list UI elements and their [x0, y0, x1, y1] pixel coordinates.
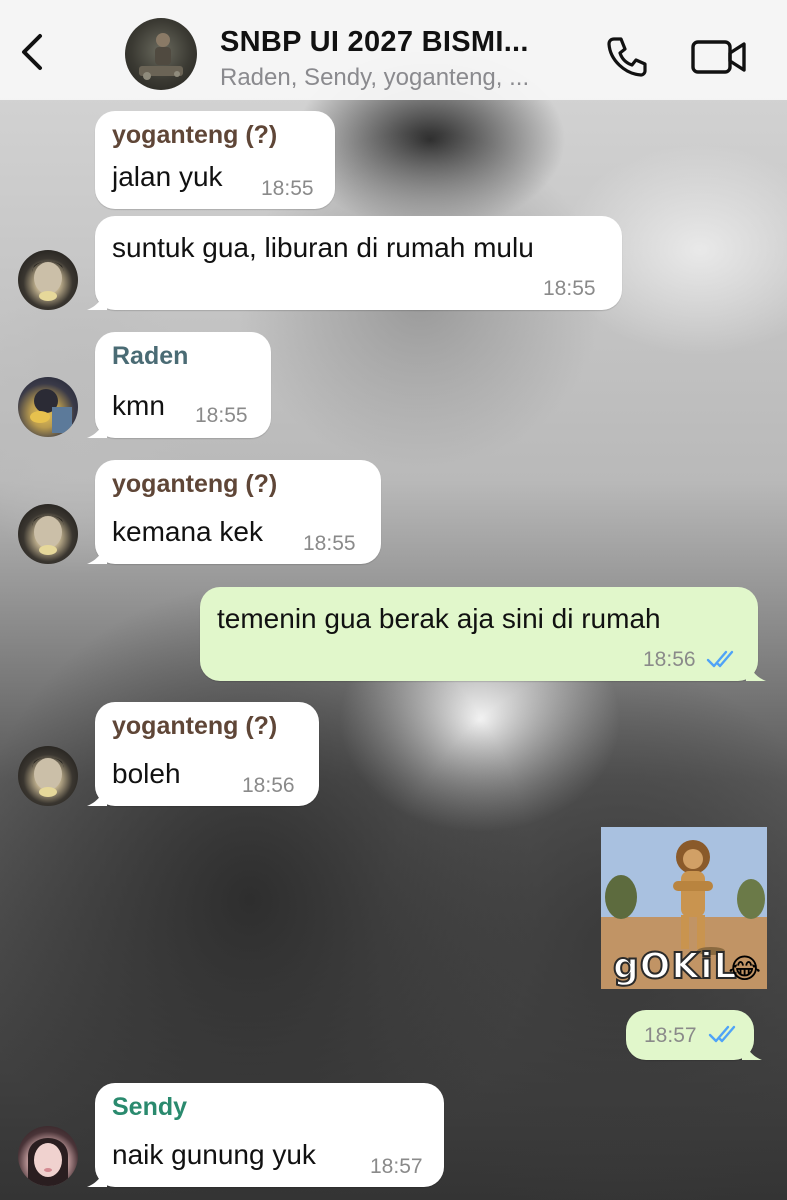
- bubble-tail: [742, 1040, 762, 1060]
- message-time: 18:56: [643, 648, 696, 671]
- sticker-caption: gOKiL: [612, 945, 738, 988]
- bubble-tail: [87, 1167, 107, 1187]
- message-time: 18:55: [543, 277, 596, 300]
- incoming-message[interactable]: suntuk gua, liburan di rumah mulu 18:55: [87, 216, 622, 310]
- bubble-tail: [87, 418, 107, 438]
- video-camera-icon: [691, 40, 746, 74]
- message-time: 18:55: [261, 177, 314, 200]
- group-photo-icon: [139, 33, 183, 80]
- message-text: jalan yuk: [112, 161, 223, 192]
- sender-name[interactable]: Raden: [112, 342, 188, 371]
- message-time: 18:57: [370, 1155, 423, 1178]
- outgoing-message[interactable]: 18:57: [626, 1010, 762, 1060]
- voice-call-button[interactable]: [604, 34, 650, 80]
- incoming-message[interactable]: Raden kmn 18:55: [87, 332, 271, 438]
- bubble-tail: [87, 544, 107, 564]
- sender-avatar[interactable]: [18, 377, 78, 437]
- chat-participants[interactable]: Raden, Sendy, yoganteng, ...: [220, 64, 590, 92]
- avatar-photo-icon: [32, 757, 64, 797]
- chevron-left-icon: [22, 34, 42, 70]
- bubble-tail: [87, 290, 107, 310]
- phone-icon: [607, 37, 647, 77]
- sender-avatar[interactable]: [18, 1126, 78, 1186]
- sender-name[interactable]: yoganteng (?): [112, 470, 277, 499]
- read-receipt-icon: [706, 650, 734, 668]
- sender-name[interactable]: yoganteng (?): [112, 121, 277, 150]
- group-avatar[interactable]: [125, 18, 197, 90]
- avatar-photo-icon: [28, 1138, 68, 1186]
- sender-name[interactable]: Sendy: [112, 1093, 187, 1122]
- message-time: 18:55: [303, 532, 356, 555]
- message-time: 18:55: [195, 404, 248, 427]
- sender-avatar[interactable]: [18, 504, 78, 564]
- sender-name[interactable]: yoganteng (?): [112, 712, 277, 741]
- chat-title[interactable]: SNBP UI 2027 BISMI...: [220, 26, 590, 59]
- sender-avatar[interactable]: [18, 746, 78, 806]
- message-text: naik gunung yuk: [112, 1139, 316, 1170]
- message-time: 18:57: [644, 1024, 697, 1047]
- chat-header: SNBP UI 2027 BISMI... Raden, Sendy, yoga…: [0, 0, 787, 100]
- bubble-tail: [87, 786, 107, 806]
- message-time: 18:56: [242, 774, 295, 797]
- sender-avatar[interactable]: [18, 250, 78, 310]
- message-text: temenin gua berak aja sini di rumah: [217, 603, 661, 634]
- outgoing-message[interactable]: temenin gua berak aja sini di rumah 18:5…: [200, 587, 766, 681]
- message-text: kemana kek: [112, 516, 263, 547]
- video-call-button[interactable]: [690, 38, 748, 76]
- incoming-message[interactable]: yoganteng (?) boleh 18:56: [87, 702, 319, 806]
- laughing-emoji-icon: 😂: [728, 953, 761, 984]
- message-text: boleh: [112, 758, 181, 789]
- bubble-tail: [746, 661, 766, 681]
- read-receipt-icon: [708, 1025, 736, 1043]
- message-text: suntuk gua, liburan di rumah mulu: [112, 232, 534, 263]
- avatar-photo-icon: [32, 261, 64, 301]
- back-button[interactable]: [14, 30, 50, 74]
- incoming-message[interactable]: yoganteng (?) jalan yuk 18:55: [95, 111, 335, 209]
- incoming-message[interactable]: yoganteng (?) kemana kek 18:55: [87, 460, 381, 564]
- sticker-message[interactable]: gOKiL 😂: [601, 827, 767, 989]
- avatar-photo-icon: [32, 515, 64, 555]
- message-text: kmn: [112, 390, 165, 421]
- avatar-photo-icon: [30, 389, 72, 433]
- incoming-message[interactable]: Sendy naik gunung yuk 18:57: [87, 1083, 444, 1187]
